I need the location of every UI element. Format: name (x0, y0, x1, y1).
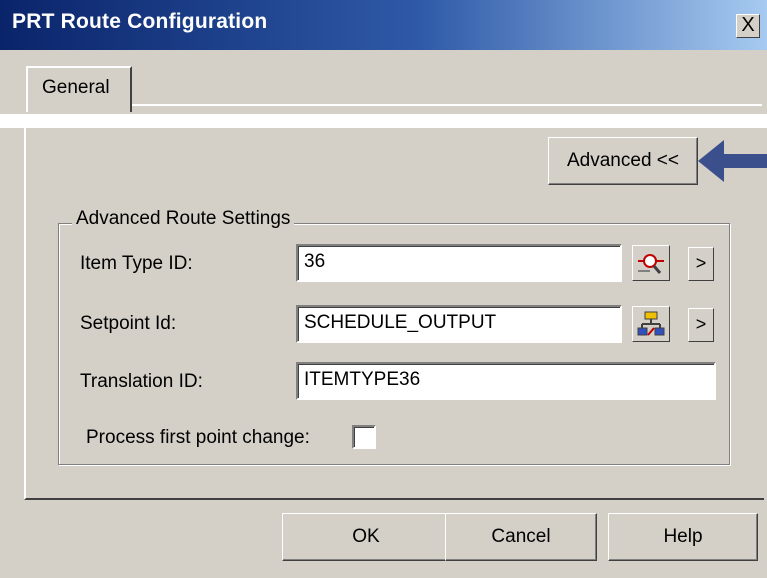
item-type-id-field[interactable]: 36 (296, 244, 622, 282)
translation-id-field[interactable]: ITEMTYPE36 (296, 362, 716, 400)
help-button[interactable]: Help (608, 513, 758, 561)
setpoint-network-icon (637, 311, 665, 336)
tab-panel-top-edge (0, 114, 767, 128)
cancel-button[interactable]: Cancel (445, 513, 597, 561)
setpoint-id-field[interactable]: SCHEDULE_OUTPUT (296, 305, 622, 343)
group-title: Advanced Route Settings (72, 208, 295, 230)
tab-strip-divider (132, 104, 762, 106)
item-type-more-button[interactable]: > (688, 247, 714, 281)
setpoint-lookup-button[interactable] (632, 306, 670, 342)
tab-general[interactable]: General (26, 66, 132, 112)
lookup-magnifier-icon (638, 254, 664, 274)
ok-button[interactable]: OK (282, 513, 450, 561)
process-first-point-label: Process first point change: (86, 427, 310, 448)
setpoint-more-button[interactable]: > (688, 308, 714, 342)
close-button[interactable]: X (736, 14, 760, 38)
prt-route-config-dialog: PRT Route Configuration X General Advanc… (0, 0, 767, 578)
callout-arrow-icon (698, 140, 767, 182)
translation-id-label: Translation ID: (80, 371, 203, 392)
tab-general-label: General (42, 77, 110, 98)
item-type-lookup-button[interactable] (632, 245, 670, 281)
advanced-toggle-button[interactable]: Advanced << (548, 137, 698, 185)
setpoint-id-label: Setpoint Id: (80, 313, 177, 334)
window-title: PRT Route Configuration (12, 10, 268, 33)
title-bar[interactable]: PRT Route Configuration X (0, 0, 767, 50)
process-first-point-checkbox[interactable] (352, 425, 376, 449)
item-type-id-label: Item Type ID: (80, 253, 193, 274)
